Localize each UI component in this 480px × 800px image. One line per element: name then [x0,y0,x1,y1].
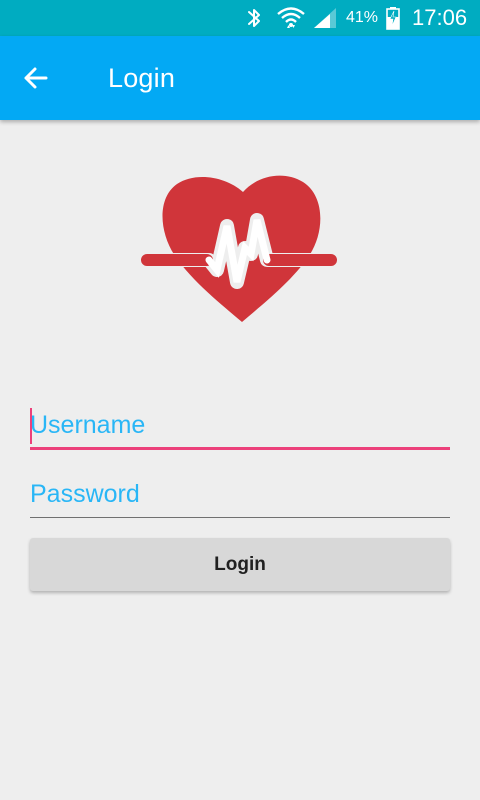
wifi-icon [277,7,305,28]
arrow-back-icon[interactable] [18,60,54,96]
app-bar: Login [0,36,480,120]
password-input[interactable] [30,472,450,518]
status-bar: 41% 17:06 [0,0,480,36]
battery-charging-icon [386,7,400,30]
text-cursor [30,408,32,444]
heart-pulse-icon [141,175,337,322]
login-button[interactable]: Login [30,538,450,591]
clock: 17:06 [412,5,468,30]
battery-percent: 41% [346,9,379,26]
page-title: Login [108,63,176,93]
cell-signal-icon [314,8,336,28]
username-input[interactable] [30,404,450,450]
bluetooth-icon [248,9,260,27]
